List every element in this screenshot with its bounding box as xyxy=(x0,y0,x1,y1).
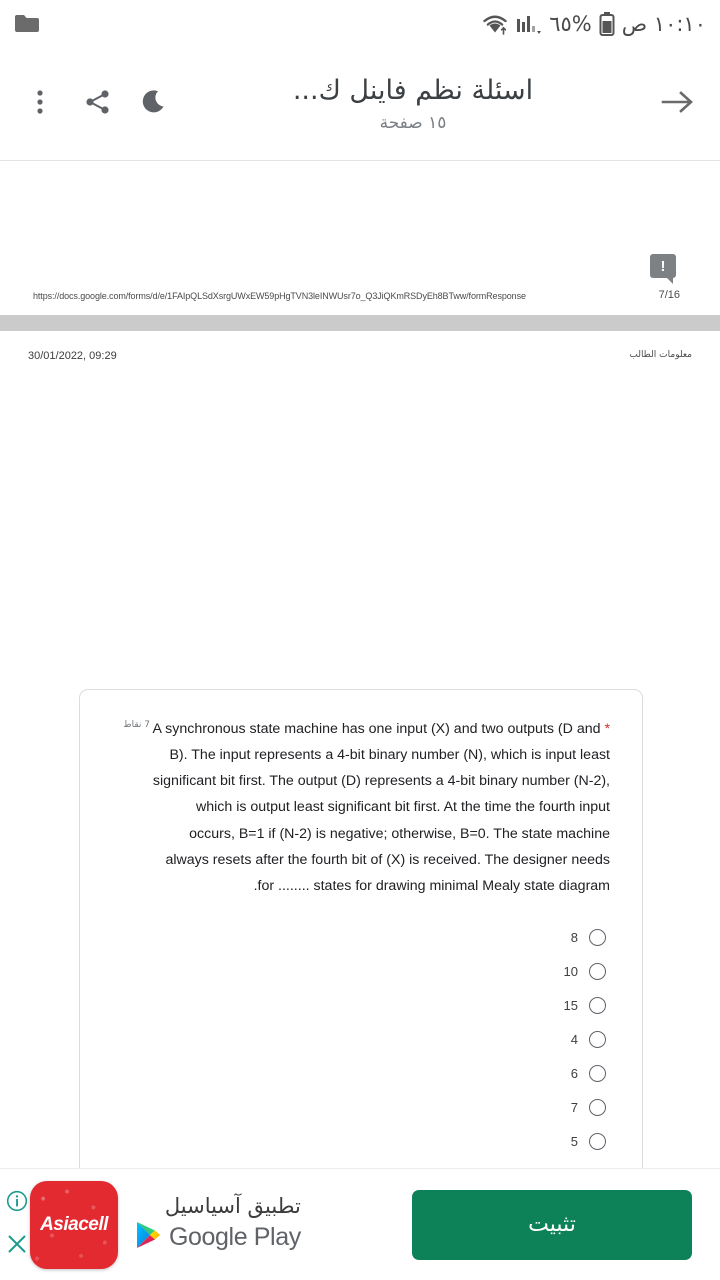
radio-button-icon[interactable] xyxy=(589,963,606,981)
install-button[interactable]: تثبيت xyxy=(412,1189,692,1260)
share-button[interactable] xyxy=(78,84,118,124)
battery-percent: %٦٥ xyxy=(549,12,592,36)
status-bar-right xyxy=(14,13,40,35)
answer-option-label: 7 xyxy=(570,1100,578,1116)
question-card: 7 نقاط * A synchronous state machine has… xyxy=(79,689,643,1168)
ad-close-button[interactable] xyxy=(6,1233,28,1260)
close-icon xyxy=(6,1233,28,1260)
page-separator xyxy=(0,315,720,331)
wifi-icon xyxy=(481,12,509,36)
share-icon xyxy=(83,87,113,122)
page-indicator: 7/16 xyxy=(658,289,680,301)
answer-option-label: 15 xyxy=(563,998,578,1014)
signal-icon xyxy=(516,13,542,35)
required-asterisk: * xyxy=(604,721,610,737)
document-title: اسئلة نظم فاينل ك... xyxy=(292,74,534,106)
overflow-menu-button[interactable] xyxy=(20,84,60,124)
document-viewer[interactable]: ! https://docs.google.com/forms/d/e/1FAI… xyxy=(0,161,720,1168)
phone-screen: ١٠:١٠ ص %٦٥ اسئلة نظم فاينل ك... ١٥ صفحة… xyxy=(0,0,720,1280)
night-mode-button[interactable] xyxy=(136,84,176,124)
status-bar: ١٠:١٠ ص %٦٥ xyxy=(0,0,720,48)
form-response-url: https://docs.google.com/forms/d/e/1FAIpQ… xyxy=(33,291,526,301)
question-points: 7 نقاط xyxy=(123,720,150,730)
answer-option-label: 8 xyxy=(570,930,578,946)
answer-option[interactable]: 6 xyxy=(104,1057,618,1091)
question-body: A synchronous state machine has one inpu… xyxy=(152,721,610,894)
ad-banner: Asiacell تطبيق آسياسيل Google Play تثبيت xyxy=(0,1168,720,1280)
answer-option[interactable]: 5 xyxy=(104,1125,618,1159)
document-page: 30/01/2022, 09:29 معلومات الطالب 7 نقاط … xyxy=(0,331,720,1168)
radio-button-icon[interactable] xyxy=(589,997,606,1015)
document-page-count: ١٥ صفحة xyxy=(379,113,447,134)
page-header-title-arabic: معلومات الطالب xyxy=(629,350,692,360)
warning-badge-icon: ! xyxy=(650,254,676,284)
status-time: ١٠:١٠ ص xyxy=(621,12,706,36)
answer-option-label: 6 xyxy=(570,1066,578,1082)
radio-button-icon[interactable] xyxy=(589,1065,606,1083)
page-header-date: 30/01/2022, 09:29 xyxy=(28,350,117,362)
ad-store-row: Google Play xyxy=(134,1220,301,1255)
folder-icon xyxy=(14,13,40,35)
warning-badge-label: ! xyxy=(660,257,666,275)
app-bar-titles: اسئلة نظم فاينل ك... ١٥ صفحة xyxy=(176,75,650,133)
ad-controls xyxy=(6,1190,28,1260)
radio-button-icon[interactable] xyxy=(589,1031,606,1049)
answer-option[interactable]: 4 xyxy=(104,1023,618,1057)
moon-icon xyxy=(141,87,171,122)
status-bar-left: ١٠:١٠ ص %٦٥ xyxy=(481,12,706,36)
answer-options: 8 10 15 4 6 7 5 xyxy=(104,921,618,1159)
ad-text-block: تطبيق آسياسيل Google Play xyxy=(134,1194,301,1255)
ad-app-icon[interactable]: Asiacell xyxy=(30,1180,118,1269)
app-bar: اسئلة نظم فاينل ك... ١٥ صفحة xyxy=(0,48,720,161)
app-bar-actions xyxy=(14,84,176,124)
arrow-right-icon xyxy=(659,87,697,122)
answer-option-label: 10 xyxy=(563,964,578,980)
ad-store-name: Google Play xyxy=(169,1223,301,1251)
answer-option-label: 5 xyxy=(570,1134,578,1150)
radio-button-icon[interactable] xyxy=(589,929,606,947)
previous-page-footer: ! https://docs.google.com/forms/d/e/1FAI… xyxy=(0,161,720,315)
ad-info-button[interactable] xyxy=(6,1190,28,1217)
battery-icon xyxy=(599,12,615,36)
question-text: * A synchronous state machine has one in… xyxy=(150,716,618,899)
google-play-icon xyxy=(134,1220,162,1255)
radio-button-icon[interactable] xyxy=(589,1099,606,1117)
answer-option[interactable]: 15 xyxy=(104,989,618,1023)
answer-option[interactable]: 8 xyxy=(104,921,618,955)
ad-app-title: تطبيق آسياسيل xyxy=(164,1194,301,1218)
answer-option-label: 4 xyxy=(570,1032,578,1048)
radio-button-icon[interactable] xyxy=(589,1133,606,1151)
ad-app-icon-label: Asiacell xyxy=(40,1213,108,1235)
back-button[interactable] xyxy=(650,87,706,122)
info-icon xyxy=(6,1190,28,1217)
answer-option[interactable]: 10 xyxy=(104,955,618,989)
overflow-menu-icon xyxy=(28,87,52,122)
question-row: 7 نقاط * A synchronous state machine has… xyxy=(104,716,618,899)
install-button-label: تثبيت xyxy=(528,1212,576,1237)
answer-option[interactable]: 7 xyxy=(104,1091,618,1125)
page-header-row: 30/01/2022, 09:29 معلومات الطالب xyxy=(0,350,720,362)
